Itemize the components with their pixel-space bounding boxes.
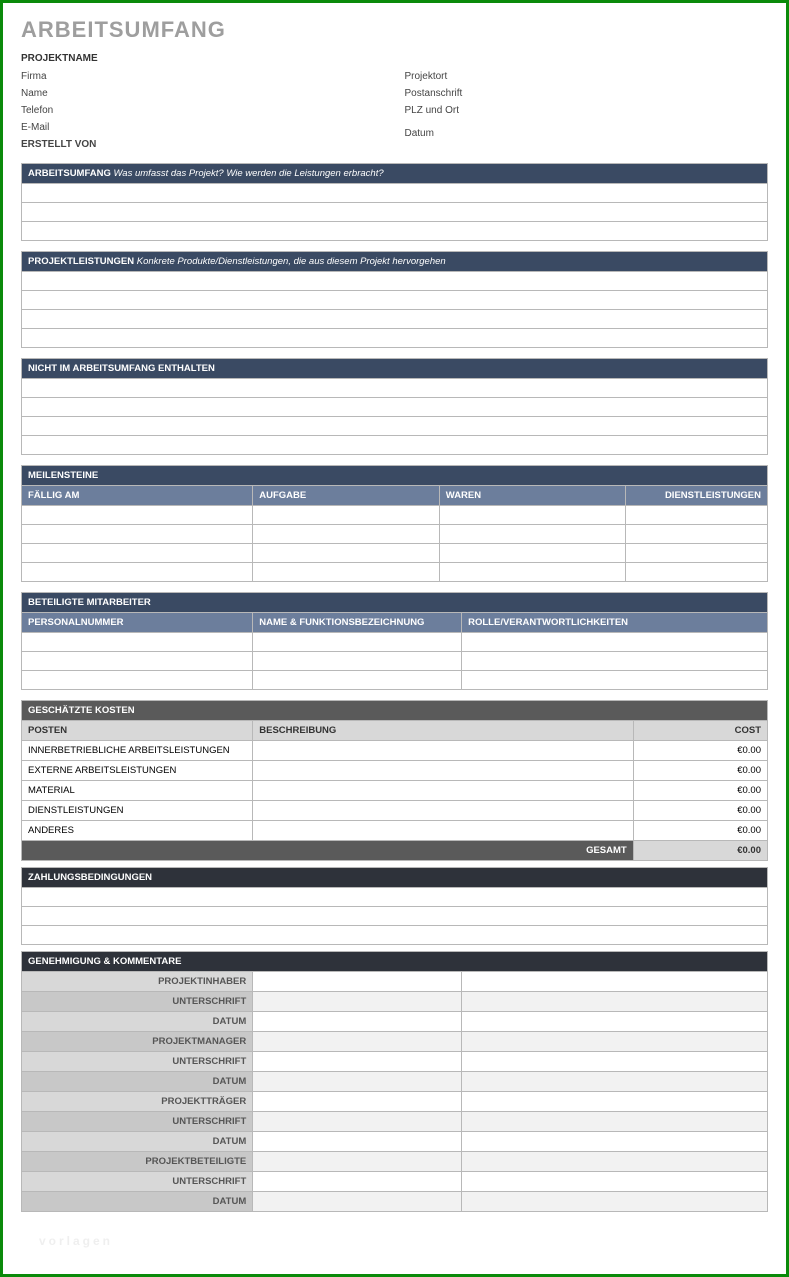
deliverables-sub: Konkrete Produkte/Dienstleistungen, die … [137,256,446,267]
info-block: Firma Name Telefon E-Mail ERSTELLT VON P… [21,68,768,153]
milestones-col-due: FÄLLIG AM [22,486,253,506]
deliverables-row[interactable] [22,291,768,310]
milestones-header: MEILENSTEINE [22,466,768,486]
approval-sponsor: PROJEKTTRÄGER [22,1092,253,1112]
cost-desc[interactable] [253,801,633,821]
scope-table: ARBEITSUMFANG Was umfasst das Projekt? W… [21,163,768,241]
approval-date: DATUM [22,1192,253,1212]
milestones-table: MEILENSTEINE FÄLLIG AM AUFGABE WAREN DIE… [21,465,768,582]
payment-row[interactable] [22,888,768,907]
cost-value: €0.00 [633,821,767,841]
cost-desc[interactable] [253,781,633,801]
costs-total-value: €0.00 [633,841,767,861]
exclusions-row[interactable] [22,417,768,436]
approval-signature: UNTERSCHRIFT [22,1172,253,1192]
cost-desc[interactable] [253,761,633,781]
deliverables-title: PROJEKTLEISTUNGEN [28,256,134,267]
cost-value: €0.00 [633,741,767,761]
payment-table: ZAHLUNGSBEDINGUNGEN [21,867,768,945]
scope-row[interactable] [22,222,768,241]
staff-col-name: NAME & FUNKTIONSBEZEICHNUNG [253,613,462,633]
cost-item: DIENSTLEISTUNGEN [22,801,253,821]
info-plz: PLZ und Ort [405,102,769,119]
deliverables-row[interactable] [22,310,768,329]
cost-item: INNERBETRIEBLICHE ARBEITSLEISTUNGEN [22,741,253,761]
approval-signature: UNTERSCHRIFT [22,992,253,1012]
approval-stakeholder: PROJEKTBETEILIGTE [22,1152,253,1172]
cost-desc[interactable] [253,821,633,841]
approval-manager: PROJEKTMANAGER [22,1032,253,1052]
cost-item: MATERIAL [22,781,253,801]
staff-col-id: PERSONALNUMMER [22,613,253,633]
info-postanschrift: Postanschrift [405,85,769,102]
costs-col-cost: COST [633,721,767,741]
project-name-label: PROJEKTNAME [21,53,768,64]
payment-row[interactable] [22,907,768,926]
cost-value: €0.00 [633,761,767,781]
cost-desc[interactable] [253,741,633,761]
approval-header: GENEHMIGUNG & KOMMENTARE [22,952,768,972]
info-date: Datum [405,125,769,142]
info-projektort: Projektort [405,68,769,85]
milestones-col-services: DIENSTLEISTUNGEN [626,486,768,506]
scope-row[interactable] [22,184,768,203]
approval-date: DATUM [22,1012,253,1032]
exclusions-row[interactable] [22,398,768,417]
costs-col-desc: BESCHREIBUNG [253,721,633,741]
milestones-col-goods: WAREN [439,486,626,506]
approval-date: DATUM [22,1072,253,1092]
costs-table: GESCHÄTZTE KOSTEN POSTEN BESCHREIBUNG CO… [21,700,768,861]
cost-item: EXTERNE ARBEITSLEISTUNGEN [22,761,253,781]
staff-col-role: ROLLE/VERANTWORTLICHKEITEN [462,613,768,633]
payment-row[interactable] [22,926,768,945]
scope-header: ARBEITSUMFANG Was umfasst das Projekt? W… [22,164,768,184]
info-created-by: ERSTELLT VON [21,136,385,153]
scope-sub: Was umfasst das Projekt? Wie werden die … [114,168,384,179]
staff-header: BETEILIGTE MITARBEITER [22,593,768,613]
costs-header: GESCHÄTZTE KOSTEN [22,701,768,721]
info-name: Name [21,85,385,102]
costs-col-item: POSTEN [22,721,253,741]
approval-table: GENEHMIGUNG & KOMMENTARE PROJEKTINHABER … [21,951,768,1212]
approval-owner: PROJEKTINHABER [22,972,253,992]
exclusions-header: NICHT IM ARBEITSUMFANG ENTHALTEN [22,359,768,379]
deliverables-row[interactable] [22,272,768,291]
cost-value: €0.00 [633,781,767,801]
deliverables-row[interactable] [22,329,768,348]
cost-item: ANDERES [22,821,253,841]
staff-table: BETEILIGTE MITARBEITER PERSONALNUMMER NA… [21,592,768,690]
exclusions-row[interactable] [22,379,768,398]
page-title: ARBEITSUMFANG [21,17,768,43]
scope-row[interactable] [22,203,768,222]
deliverables-header: PROJEKTLEISTUNGEN Konkrete Produkte/Dien… [22,252,768,272]
scope-title: ARBEITSUMFANG [28,168,111,179]
info-firma: Firma [21,68,385,85]
costs-total-label: GESAMT [22,841,634,861]
approval-date: DATUM [22,1132,253,1152]
deliverables-table: PROJEKTLEISTUNGEN Konkrete Produkte/Dien… [21,251,768,348]
cost-value: €0.00 [633,801,767,821]
info-email: E-Mail [21,119,385,136]
exclusions-row[interactable] [22,436,768,455]
payment-header: ZAHLUNGSBEDINGUNGEN [22,868,768,888]
approval-signature: UNTERSCHRIFT [22,1052,253,1072]
exclusions-table: NICHT IM ARBEITSUMFANG ENTHALTEN [21,358,768,455]
info-telefon: Telefon [21,102,385,119]
approval-signature: UNTERSCHRIFT [22,1112,253,1132]
milestones-col-task: AUFGABE [253,486,440,506]
document-frame: ARBEITSUMFANG PROJEKTNAME Firma Name Tel… [0,0,789,1277]
watermark: vorlagen [39,1234,113,1248]
